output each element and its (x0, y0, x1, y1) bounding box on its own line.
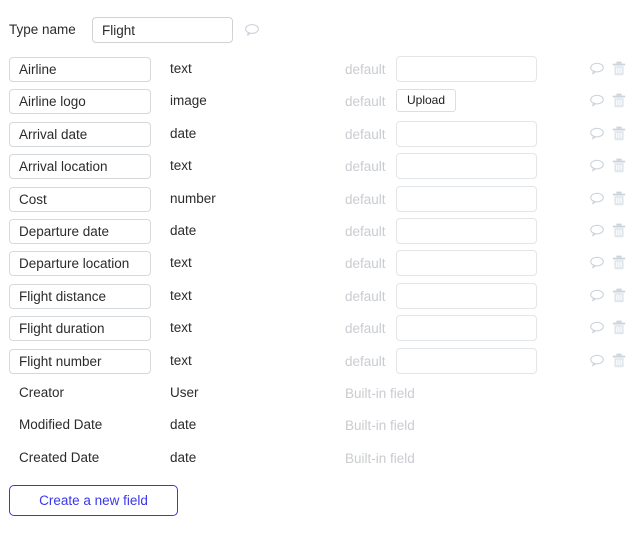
builtin-field-row: Creator User Built-in field (0, 380, 639, 412)
field-row: text default (0, 347, 639, 380)
trash-icon[interactable] (611, 60, 627, 78)
field-default-input[interactable] (396, 315, 537, 342)
field-type-label: text (170, 255, 192, 271)
speech-bubble-icon[interactable] (588, 60, 606, 78)
trash-icon[interactable] (611, 319, 627, 337)
default-label: default (345, 321, 386, 337)
field-row: text default (0, 250, 639, 282)
field-row: image default Upload (0, 88, 639, 120)
builtin-field-note: Built-in field (345, 385, 415, 401)
field-row: text default (0, 315, 639, 347)
trash-icon[interactable] (611, 352, 627, 370)
field-name-input[interactable] (9, 186, 151, 212)
field-default-input[interactable] (396, 185, 537, 212)
field-row: date default (0, 217, 639, 250)
field-type-label: text (170, 158, 192, 174)
default-label: default (345, 159, 386, 175)
default-label: default (345, 94, 386, 110)
field-row: text default (0, 56, 639, 88)
fields-list: text default image default Upload date default… (0, 56, 639, 477)
builtin-field-note: Built-in field (345, 418, 415, 434)
upload-button[interactable]: Upload (396, 89, 457, 113)
field-type-label: text (170, 61, 192, 76)
field-name-input[interactable] (9, 121, 151, 147)
field-row: text default (0, 282, 639, 315)
field-name-input[interactable] (9, 348, 151, 374)
builtin-field-row: Created Date date Built-in field (0, 445, 639, 477)
type-name-label: Type name (9, 22, 76, 38)
default-label: default (345, 353, 386, 369)
field-type-label: date (170, 222, 197, 238)
builtin-field-note: Built-in field (345, 450, 415, 466)
trash-icon[interactable] (611, 125, 627, 143)
type-name-input[interactable] (92, 17, 233, 43)
field-default-input[interactable] (396, 153, 537, 180)
trash-icon[interactable] (611, 222, 627, 240)
field-type-label: number (170, 190, 216, 206)
speech-bubble-icon[interactable] (588, 92, 606, 110)
field-type-label: text (170, 287, 192, 303)
field-type-label: date (170, 125, 197, 141)
type-name-row: Type name (0, 14, 639, 46)
field-row: date default (0, 120, 639, 153)
field-type-label: text (170, 352, 192, 368)
speech-bubble-icon[interactable] (588, 287, 606, 305)
field-type-label: image (170, 93, 207, 109)
field-name-input[interactable] (9, 57, 151, 82)
speech-bubble-icon[interactable] (588, 254, 606, 272)
field-name-input[interactable] (9, 283, 151, 309)
default-label: default (345, 288, 386, 304)
speech-bubble-icon[interactable] (588, 157, 606, 175)
field-default-input[interactable] (396, 120, 537, 147)
speech-bubble-icon[interactable] (588, 352, 606, 370)
field-default-input[interactable] (396, 250, 537, 277)
trash-icon[interactable] (611, 157, 627, 175)
field-default-input[interactable] (396, 282, 537, 309)
field-default-input[interactable] (396, 347, 537, 374)
builtin-field-type: date (170, 449, 197, 465)
default-label: default (345, 126, 386, 142)
trash-icon[interactable] (611, 287, 627, 305)
builtin-field-row: Modified Date date Built-in field (0, 412, 639, 444)
field-name-input[interactable] (9, 89, 151, 115)
field-default-input[interactable] (396, 56, 537, 82)
speech-bubble-icon[interactable] (588, 222, 606, 240)
field-type-label: text (170, 320, 192, 336)
field-name-input[interactable] (9, 316, 151, 342)
field-name-input[interactable] (9, 218, 151, 244)
speech-bubble-icon[interactable] (588, 319, 606, 337)
trash-icon[interactable] (611, 254, 627, 272)
speech-bubble-icon[interactable] (588, 125, 606, 143)
builtin-field-name: Modified Date (19, 417, 103, 433)
trash-icon[interactable] (611, 92, 627, 110)
field-name-input[interactable] (9, 154, 151, 180)
field-default-input[interactable] (396, 217, 537, 244)
trash-icon[interactable] (611, 190, 627, 208)
speech-bubble-icon[interactable] (243, 21, 261, 39)
builtin-field-type: date (170, 417, 197, 433)
field-name-input[interactable] (9, 251, 151, 277)
default-label: default (345, 62, 386, 77)
builtin-field-name: Creator (19, 384, 65, 400)
default-label: default (345, 256, 386, 272)
field-row: number default (0, 185, 639, 218)
builtin-field-name: Created Date (19, 449, 100, 465)
create-new-field-button[interactable]: Create a new field (9, 485, 178, 516)
builtin-field-type: User (170, 384, 199, 400)
default-label: default (345, 223, 386, 239)
default-label: default (345, 191, 386, 207)
speech-bubble-icon[interactable] (588, 190, 606, 208)
field-row: text default (0, 153, 639, 185)
